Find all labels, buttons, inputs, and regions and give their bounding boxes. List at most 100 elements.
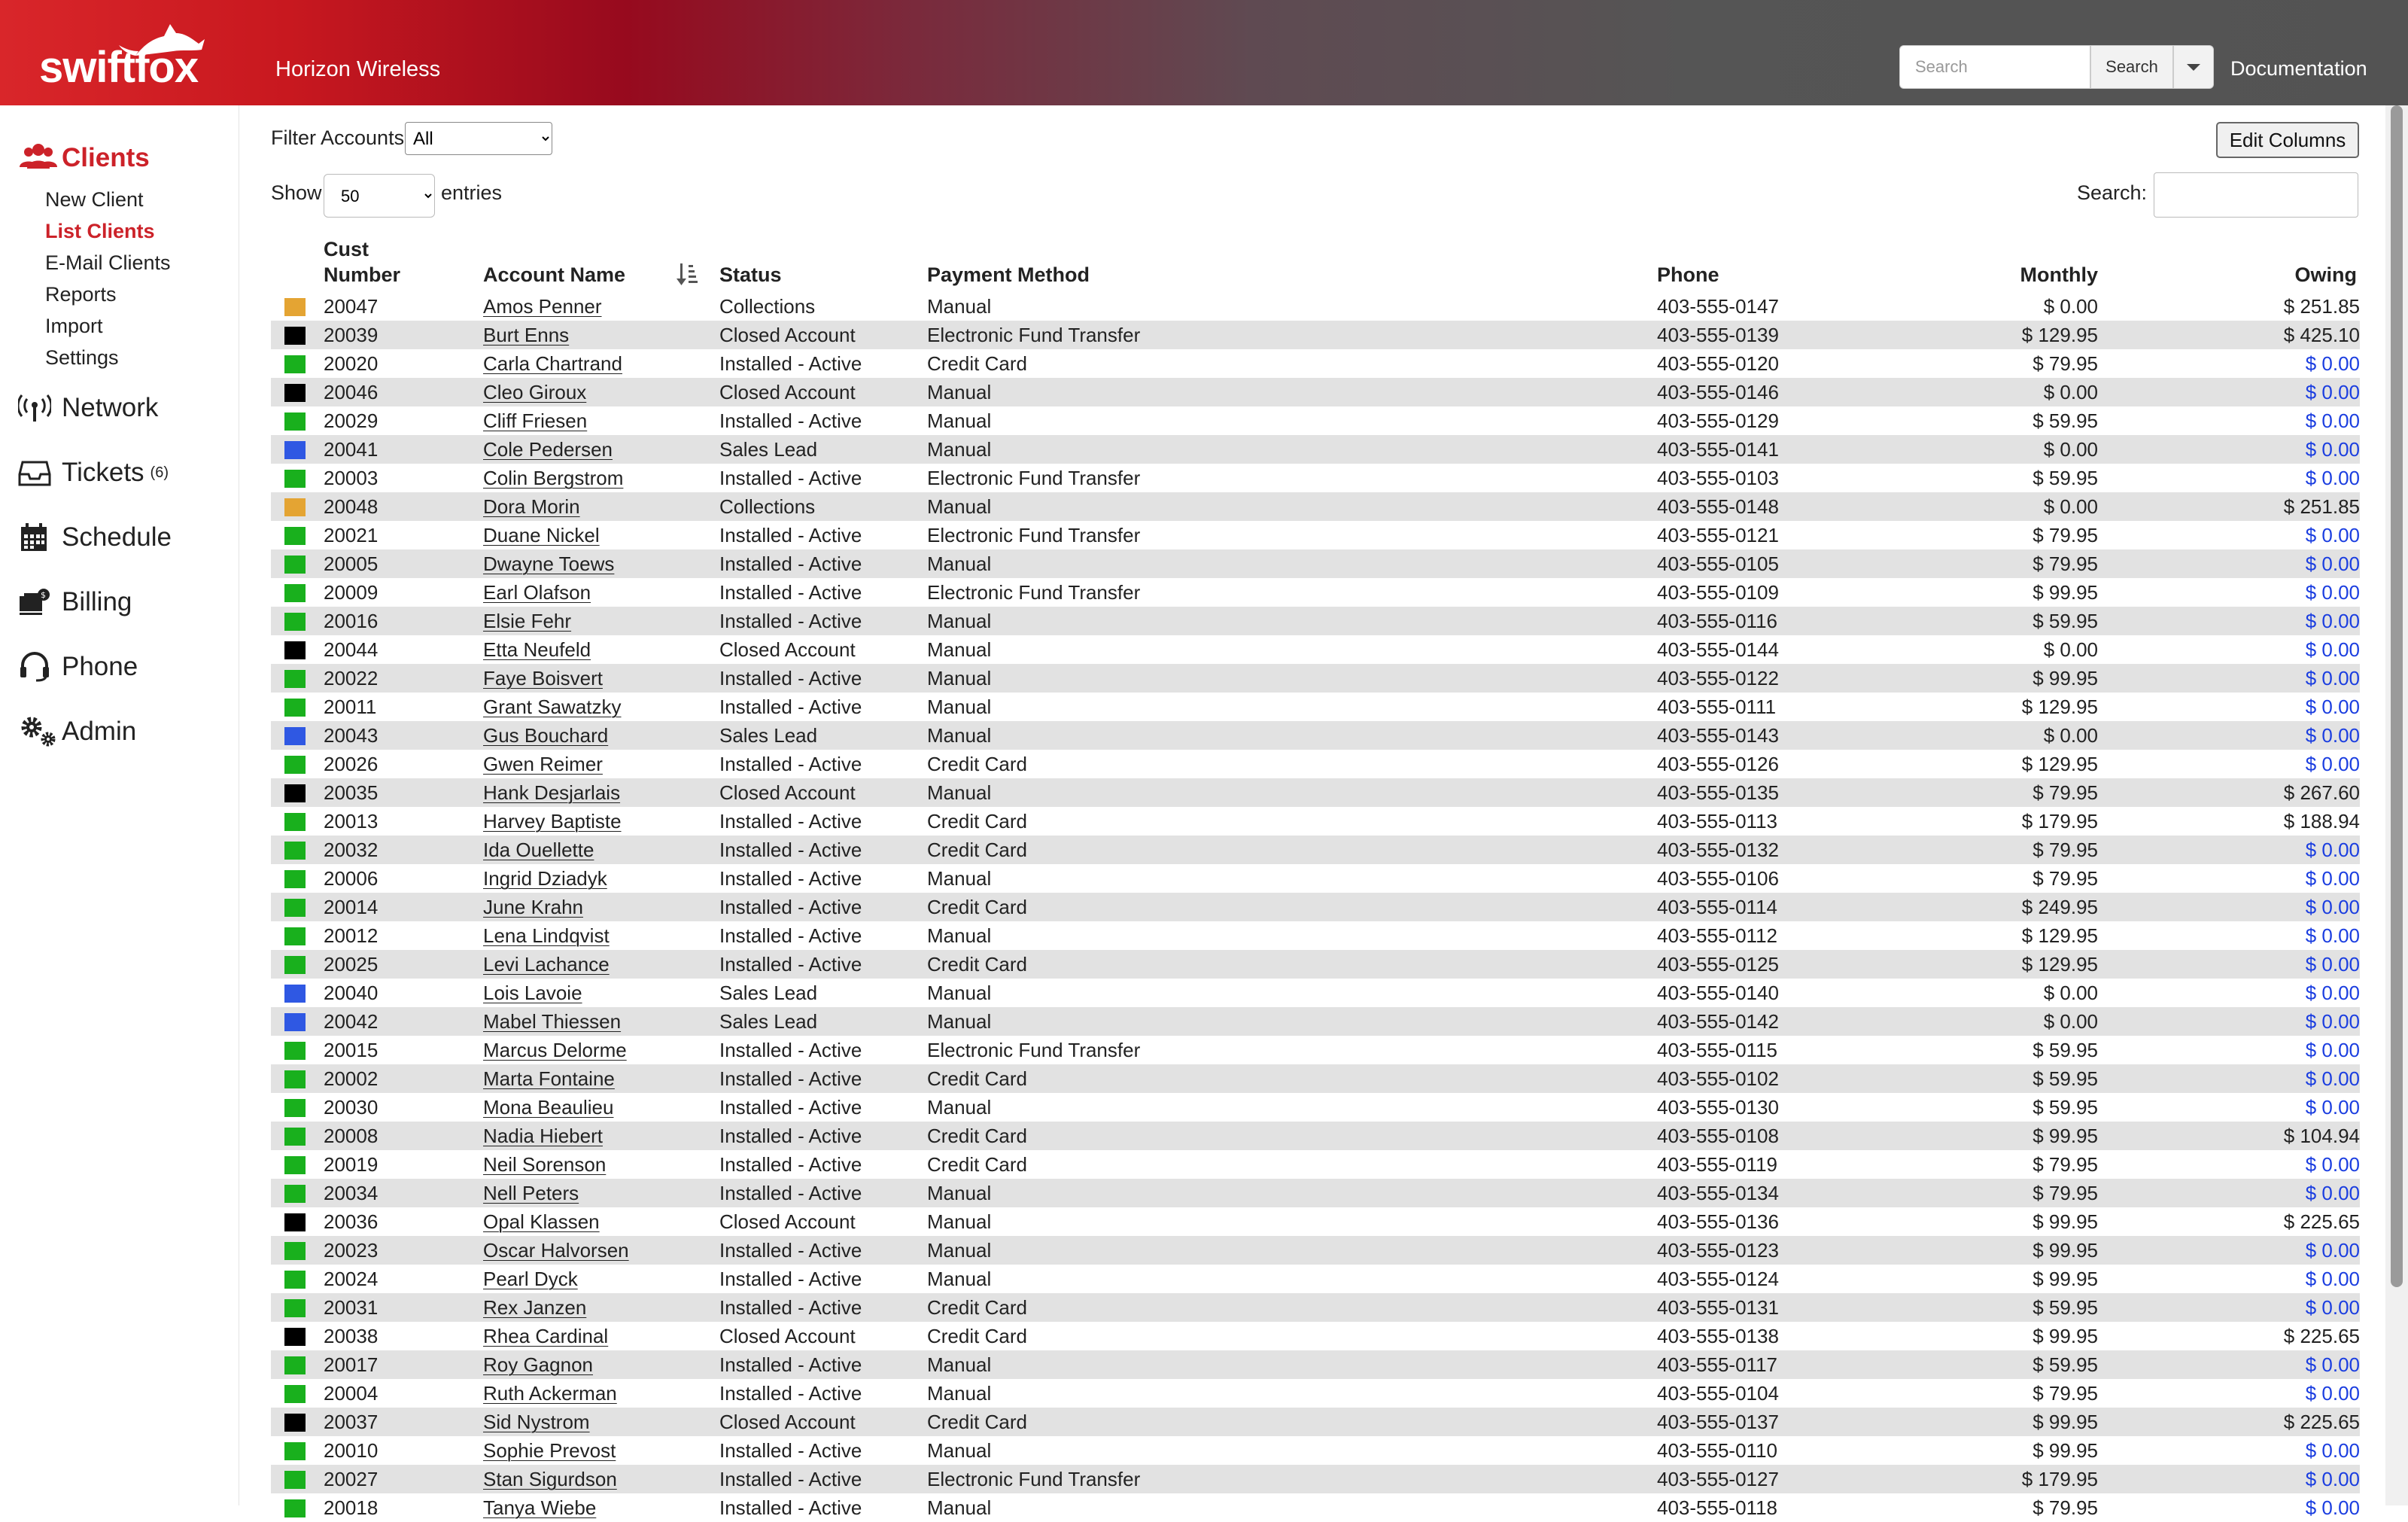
table-row[interactable]: 20016 Elsie Fehr Installed - Active Manual 4… — [271, 607, 2360, 635]
cell-account-name-link[interactable]: Duane Nickel — [483, 521, 600, 549]
cell-account-name-link[interactable]: Grant Sawatzky — [483, 693, 622, 721]
cell-account-name-link[interactable]: Cole Pedersen — [483, 435, 613, 464]
table-row[interactable]: 20010 Sophie Prevost Installed - Active Man… — [271, 1436, 2360, 1465]
cell-account-name-link[interactable]: June Krahn — [483, 893, 583, 921]
table-row[interactable]: 20027 Stan Sigurdson Installed - Active Ele… — [271, 1465, 2360, 1493]
table-row[interactable]: 20021 Duane Nickel Installed - Active Elect… — [271, 521, 2360, 549]
table-row[interactable]: 20004 Ruth Ackerman Installed - Active Manu… — [271, 1379, 2360, 1408]
col-header-account-name[interactable]: Account Name — [483, 263, 625, 287]
table-row[interactable]: 20015 Marcus Delorme Installed - Active Ele… — [271, 1036, 2360, 1064]
cell-account-name-link[interactable]: Sophie Prevost — [483, 1436, 616, 1465]
table-row[interactable]: 20026 Gwen Reimer Installed - Active Credit… — [271, 750, 2360, 778]
table-row[interactable]: 20014 June Krahn Installed - Active Credit … — [271, 893, 2360, 921]
cell-account-name-link[interactable]: Oscar Halvorsen — [483, 1236, 629, 1265]
header-search-button[interactable]: Search — [2090, 45, 2173, 89]
cell-account-name-link[interactable]: Stan Sigurdson — [483, 1465, 617, 1493]
cell-account-name-link[interactable]: Sid Nystrom — [483, 1408, 590, 1436]
cell-account-name-link[interactable]: Lena Lindqvist — [483, 921, 610, 950]
table-row[interactable]: 20048 Dora Morin Collections Manual 403-555-… — [271, 492, 2360, 521]
filter-accounts-select[interactable]: All — [405, 122, 552, 155]
cell-account-name-link[interactable]: Marcus Delorme — [483, 1036, 627, 1064]
header-search-input[interactable] — [1899, 45, 2090, 89]
sidebar-item-new-client[interactable]: New Client — [45, 188, 144, 212]
table-row[interactable]: 20037 Sid Nystrom Closed Account Credit Car… — [271, 1408, 2360, 1436]
table-row[interactable]: 20030 Mona Beaulieu Installed - Active Manu… — [271, 1093, 2360, 1122]
table-row[interactable]: 20038 Rhea Cardinal Closed Account Credit C… — [271, 1322, 2360, 1350]
table-row[interactable]: 20034 Nell Peters Installed - Active Manual… — [271, 1179, 2360, 1207]
table-row[interactable]: 20029 Cliff Friesen Installed - Active Manu… — [271, 406, 2360, 435]
table-row[interactable]: 20020 Carla Chartrand Installed - Active Cr… — [271, 349, 2360, 378]
cell-account-name-link[interactable]: Earl Olafson — [483, 578, 591, 607]
table-row[interactable]: 20035 Hank Desjarlais Closed Account Manual… — [271, 778, 2360, 807]
col-header-owing[interactable]: Owing — [2197, 263, 2358, 287]
col-header-cust-number[interactable]: Cust Number — [324, 236, 406, 288]
table-row[interactable]: 20005 Dwayne Toews Installed - Active Manua… — [271, 549, 2360, 578]
cell-account-name-link[interactable]: Gus Bouchard — [483, 721, 608, 750]
cell-account-name-link[interactable]: Ruth Ackerman — [483, 1379, 617, 1408]
cell-account-name-link[interactable]: Dwayne Toews — [483, 549, 614, 578]
col-header-monthly[interactable]: Monthly — [1928, 263, 2098, 287]
sidebar-item-import[interactable]: Import — [45, 315, 103, 338]
table-row[interactable]: 20008 Nadia Hiebert Installed - Active Cred… — [271, 1122, 2360, 1150]
table-row[interactable]: 20036 Opal Klassen Closed Account Manual 403… — [271, 1207, 2360, 1236]
cell-account-name-link[interactable]: Ida Ouellette — [483, 836, 594, 864]
swiftfox-logo[interactable]: swiftfox — [38, 17, 241, 92]
cell-account-name-link[interactable]: Colin Bergstrom — [483, 464, 623, 492]
cell-account-name-link[interactable]: Neil Sorenson — [483, 1150, 606, 1179]
table-row[interactable]: 20006 Ingrid Dziadyk Installed - Active Man… — [271, 864, 2360, 893]
nav-clients[interactable]: Clients — [18, 135, 150, 181]
table-row[interactable]: 20047 Amos Penner Collections Manual 403-555… — [271, 292, 2360, 321]
nav-schedule[interactable]: Schedule — [18, 515, 172, 560]
table-row[interactable]: 20025 Levi Lachance Installed - Active Cred… — [271, 950, 2360, 979]
sort-ascending-icon[interactable] — [676, 262, 700, 288]
cell-account-name-link[interactable]: Lois Lavoie — [483, 979, 582, 1007]
nav-network[interactable]: Network — [18, 385, 158, 431]
cell-account-name-link[interactable]: Mona Beaulieu — [483, 1093, 613, 1122]
table-row[interactable]: 20002 Marta Fontaine Installed - Active Cre… — [271, 1064, 2360, 1093]
col-header-status[interactable]: Status — [719, 263, 782, 287]
table-row[interactable]: 20012 Lena Lindqvist Installed - Active Man… — [271, 921, 2360, 950]
table-row[interactable]: 20023 Oscar Halvorsen Installed - Active Ma… — [271, 1236, 2360, 1265]
table-row[interactable]: 20013 Harvey Baptiste Installed - Active Cr… — [271, 807, 2360, 836]
cell-account-name-link[interactable]: Mabel Thiessen — [483, 1007, 621, 1036]
nav-tickets[interactable]: Tickets (6) — [18, 450, 169, 495]
sidebar-item-list-clients[interactable]: List Clients — [45, 220, 155, 243]
cell-account-name-link[interactable]: Carla Chartrand — [483, 349, 622, 378]
table-row[interactable]: 20041 Cole Pedersen Sales Lead Manual 403-55… — [271, 435, 2360, 464]
table-row[interactable]: 20040 Lois Lavoie Sales Lead Manual 403-555-… — [271, 979, 2360, 1007]
cell-account-name-link[interactable]: Ingrid Dziadyk — [483, 864, 607, 893]
table-row[interactable]: 20022 Faye Boisvert Installed - Active Manu… — [271, 664, 2360, 693]
cell-account-name-link[interactable]: Levi Lachance — [483, 950, 610, 979]
table-row[interactable]: 20042 Mabel Thiessen Sales Lead Manual 403-5… — [271, 1007, 2360, 1036]
cell-account-name-link[interactable]: Marta Fontaine — [483, 1064, 615, 1093]
table-row[interactable]: 20017 Roy Gagnon Installed - Active Manual 4… — [271, 1350, 2360, 1379]
cell-account-name-link[interactable]: Faye Boisvert — [483, 664, 603, 693]
table-row[interactable]: 20009 Earl Olafson Installed - Active Elect… — [271, 578, 2360, 607]
cell-account-name-link[interactable]: Rhea Cardinal — [483, 1322, 608, 1350]
table-row[interactable]: 20031 Rex Janzen Installed - Active Credit … — [271, 1293, 2360, 1322]
cell-account-name-link[interactable]: Rex Janzen — [483, 1293, 586, 1322]
col-header-payment-method[interactable]: Payment Method — [927, 263, 1090, 287]
table-row[interactable]: 20039 Burt Enns Closed Account Electronic F… — [271, 321, 2360, 349]
cell-account-name-link[interactable]: Cleo Giroux — [483, 378, 586, 406]
table-row[interactable]: 20032 Ida Ouellette Installed - Active Cred… — [271, 836, 2360, 864]
cell-account-name-link[interactable]: Nell Peters — [483, 1179, 579, 1207]
table-row[interactable]: 20043 Gus Bouchard Sales Lead Manual 403-555… — [271, 721, 2360, 750]
nav-admin[interactable]: Admin — [18, 709, 136, 754]
search-dropdown-button[interactable] — [2173, 45, 2214, 89]
table-row[interactable]: 20003 Colin Bergstrom Installed - Active El… — [271, 464, 2360, 492]
cell-account-name-link[interactable]: Hank Desjarlais — [483, 778, 620, 807]
sidebar-item-reports[interactable]: Reports — [45, 283, 117, 306]
page-scrollbar[interactable] — [2385, 105, 2408, 1505]
edit-columns-button[interactable]: Edit Columns — [2216, 122, 2359, 158]
cell-account-name-link[interactable]: Cliff Friesen — [483, 406, 587, 435]
cell-account-name-link[interactable]: Elsie Fehr — [483, 607, 571, 635]
cell-account-name-link[interactable]: Pearl Dyck — [483, 1265, 578, 1293]
table-row[interactable]: 20024 Pearl Dyck Installed - Active Manual 4… — [271, 1265, 2360, 1293]
table-row[interactable]: 20046 Cleo Giroux Closed Account Manual 403-… — [271, 378, 2360, 406]
cell-account-name-link[interactable]: Dora Morin — [483, 492, 580, 521]
cell-account-name-link[interactable]: Amos Penner — [483, 292, 602, 321]
cell-account-name-link[interactable]: Harvey Baptiste — [483, 807, 622, 836]
cell-account-name-link[interactable]: Nadia Hiebert — [483, 1122, 603, 1150]
cell-account-name-link[interactable]: Etta Neufeld — [483, 635, 591, 664]
